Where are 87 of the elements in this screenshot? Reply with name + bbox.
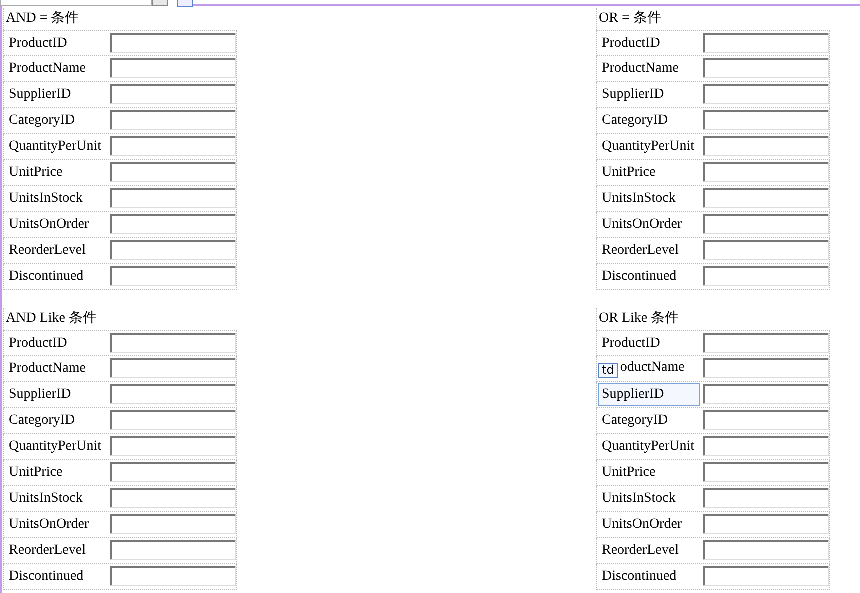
field-label: UnitsInStock bbox=[8, 490, 84, 508]
dropdown-button[interactable] bbox=[152, 0, 168, 6]
text-field[interactable] bbox=[110, 384, 236, 404]
field-label: oductName bbox=[619, 359, 686, 377]
field-label: ProductID bbox=[601, 335, 662, 353]
text-field[interactable] bbox=[703, 333, 829, 353]
field-label: QuantityPerUnit bbox=[601, 438, 696, 456]
field-label: QuantityPerUnit bbox=[601, 138, 696, 156]
field-label: QuantityPerUnit bbox=[8, 438, 103, 456]
text-field[interactable] bbox=[110, 136, 236, 156]
section-title: AND Like 条件 bbox=[3, 308, 237, 330]
text-field[interactable] bbox=[703, 462, 829, 482]
text-field[interactable] bbox=[703, 188, 829, 208]
field-label: ReorderLevel bbox=[601, 542, 680, 560]
text-field[interactable] bbox=[703, 58, 829, 78]
text-field[interactable] bbox=[703, 162, 829, 182]
section-title: OR = 条件 bbox=[596, 8, 830, 30]
field-label: UnitsInStock bbox=[601, 190, 677, 208]
text-field[interactable] bbox=[703, 136, 829, 156]
field-label: Discontinued bbox=[8, 568, 85, 586]
text-field[interactable] bbox=[110, 358, 236, 378]
text-field[interactable] bbox=[110, 162, 236, 182]
text-field[interactable] bbox=[703, 110, 829, 130]
field-label: ProductName bbox=[8, 60, 87, 78]
text-field[interactable] bbox=[703, 33, 829, 53]
field-label: Discontinued bbox=[8, 268, 85, 286]
field-label: ProductID bbox=[8, 35, 68, 53]
text-field[interactable] bbox=[703, 214, 829, 234]
field-label: SupplierID bbox=[601, 86, 666, 104]
text-field[interactable] bbox=[110, 566, 236, 586]
field-label: UnitsOnOrder bbox=[601, 216, 684, 234]
text-field[interactable] bbox=[110, 436, 236, 456]
section-title: OR Like 条件 bbox=[596, 308, 830, 330]
element-tag: td bbox=[598, 363, 618, 378]
field-label: ReorderLevel bbox=[8, 542, 87, 560]
field-label: CategoryID bbox=[601, 112, 670, 130]
field-label: ReorderLevel bbox=[8, 242, 87, 260]
text-field[interactable] bbox=[110, 410, 236, 430]
field-label: CategoryID bbox=[8, 412, 76, 430]
text-field[interactable] bbox=[110, 33, 236, 53]
field-label: UnitPrice bbox=[601, 164, 657, 182]
field-label: ProductName bbox=[8, 360, 87, 378]
field-label: UnitPrice bbox=[8, 464, 64, 482]
text-field[interactable] bbox=[703, 84, 829, 104]
field-label: ProductID bbox=[601, 35, 662, 53]
field-label: CategoryID bbox=[8, 112, 76, 130]
text-field[interactable] bbox=[110, 266, 236, 286]
text-field[interactable] bbox=[703, 436, 829, 456]
small-button[interactable] bbox=[177, 0, 193, 7]
text-field[interactable] bbox=[110, 514, 236, 534]
section-title: AND = 条件 bbox=[3, 8, 237, 30]
text-field[interactable] bbox=[110, 540, 236, 560]
text-field[interactable] bbox=[703, 240, 829, 260]
text-field[interactable] bbox=[110, 462, 236, 482]
text-field[interactable] bbox=[703, 266, 829, 286]
text-field[interactable] bbox=[703, 384, 829, 404]
text-field[interactable] bbox=[110, 488, 236, 508]
text-field[interactable] bbox=[703, 358, 829, 378]
field-label: ReorderLevel bbox=[601, 242, 680, 260]
field-label: UnitsOnOrder bbox=[8, 216, 90, 234]
text-field[interactable] bbox=[703, 514, 829, 534]
field-label: ProductName bbox=[601, 60, 680, 78]
field-label: QuantityPerUnit bbox=[8, 138, 103, 156]
text-field[interactable] bbox=[110, 84, 236, 104]
field-label: SupplierID bbox=[8, 386, 72, 404]
field-label: Discontinued bbox=[601, 268, 678, 286]
field-label: UnitsInStock bbox=[601, 490, 677, 508]
text-field[interactable] bbox=[703, 566, 829, 586]
field-label: SupplierID bbox=[8, 86, 72, 104]
field-label: Discontinued bbox=[601, 568, 678, 586]
field-label: SupplierID bbox=[598, 383, 700, 406]
text-field[interactable] bbox=[703, 410, 829, 430]
text-field[interactable] bbox=[110, 188, 236, 208]
field-label: ProductID bbox=[8, 335, 68, 353]
text-field[interactable] bbox=[110, 110, 236, 130]
text-field[interactable] bbox=[703, 540, 829, 560]
text-field[interactable] bbox=[110, 240, 236, 260]
field-label: UnitsInStock bbox=[8, 190, 84, 208]
text-field[interactable] bbox=[110, 58, 236, 78]
text-field[interactable] bbox=[703, 488, 829, 508]
field-label: UnitsOnOrder bbox=[601, 516, 684, 534]
field-label: UnitPrice bbox=[8, 164, 64, 182]
text-field[interactable] bbox=[110, 214, 236, 234]
field-label: CategoryID bbox=[601, 412, 670, 430]
field-label: UnitsOnOrder bbox=[8, 516, 90, 534]
field-label: UnitPrice bbox=[601, 464, 657, 482]
text-field[interactable] bbox=[110, 333, 236, 353]
